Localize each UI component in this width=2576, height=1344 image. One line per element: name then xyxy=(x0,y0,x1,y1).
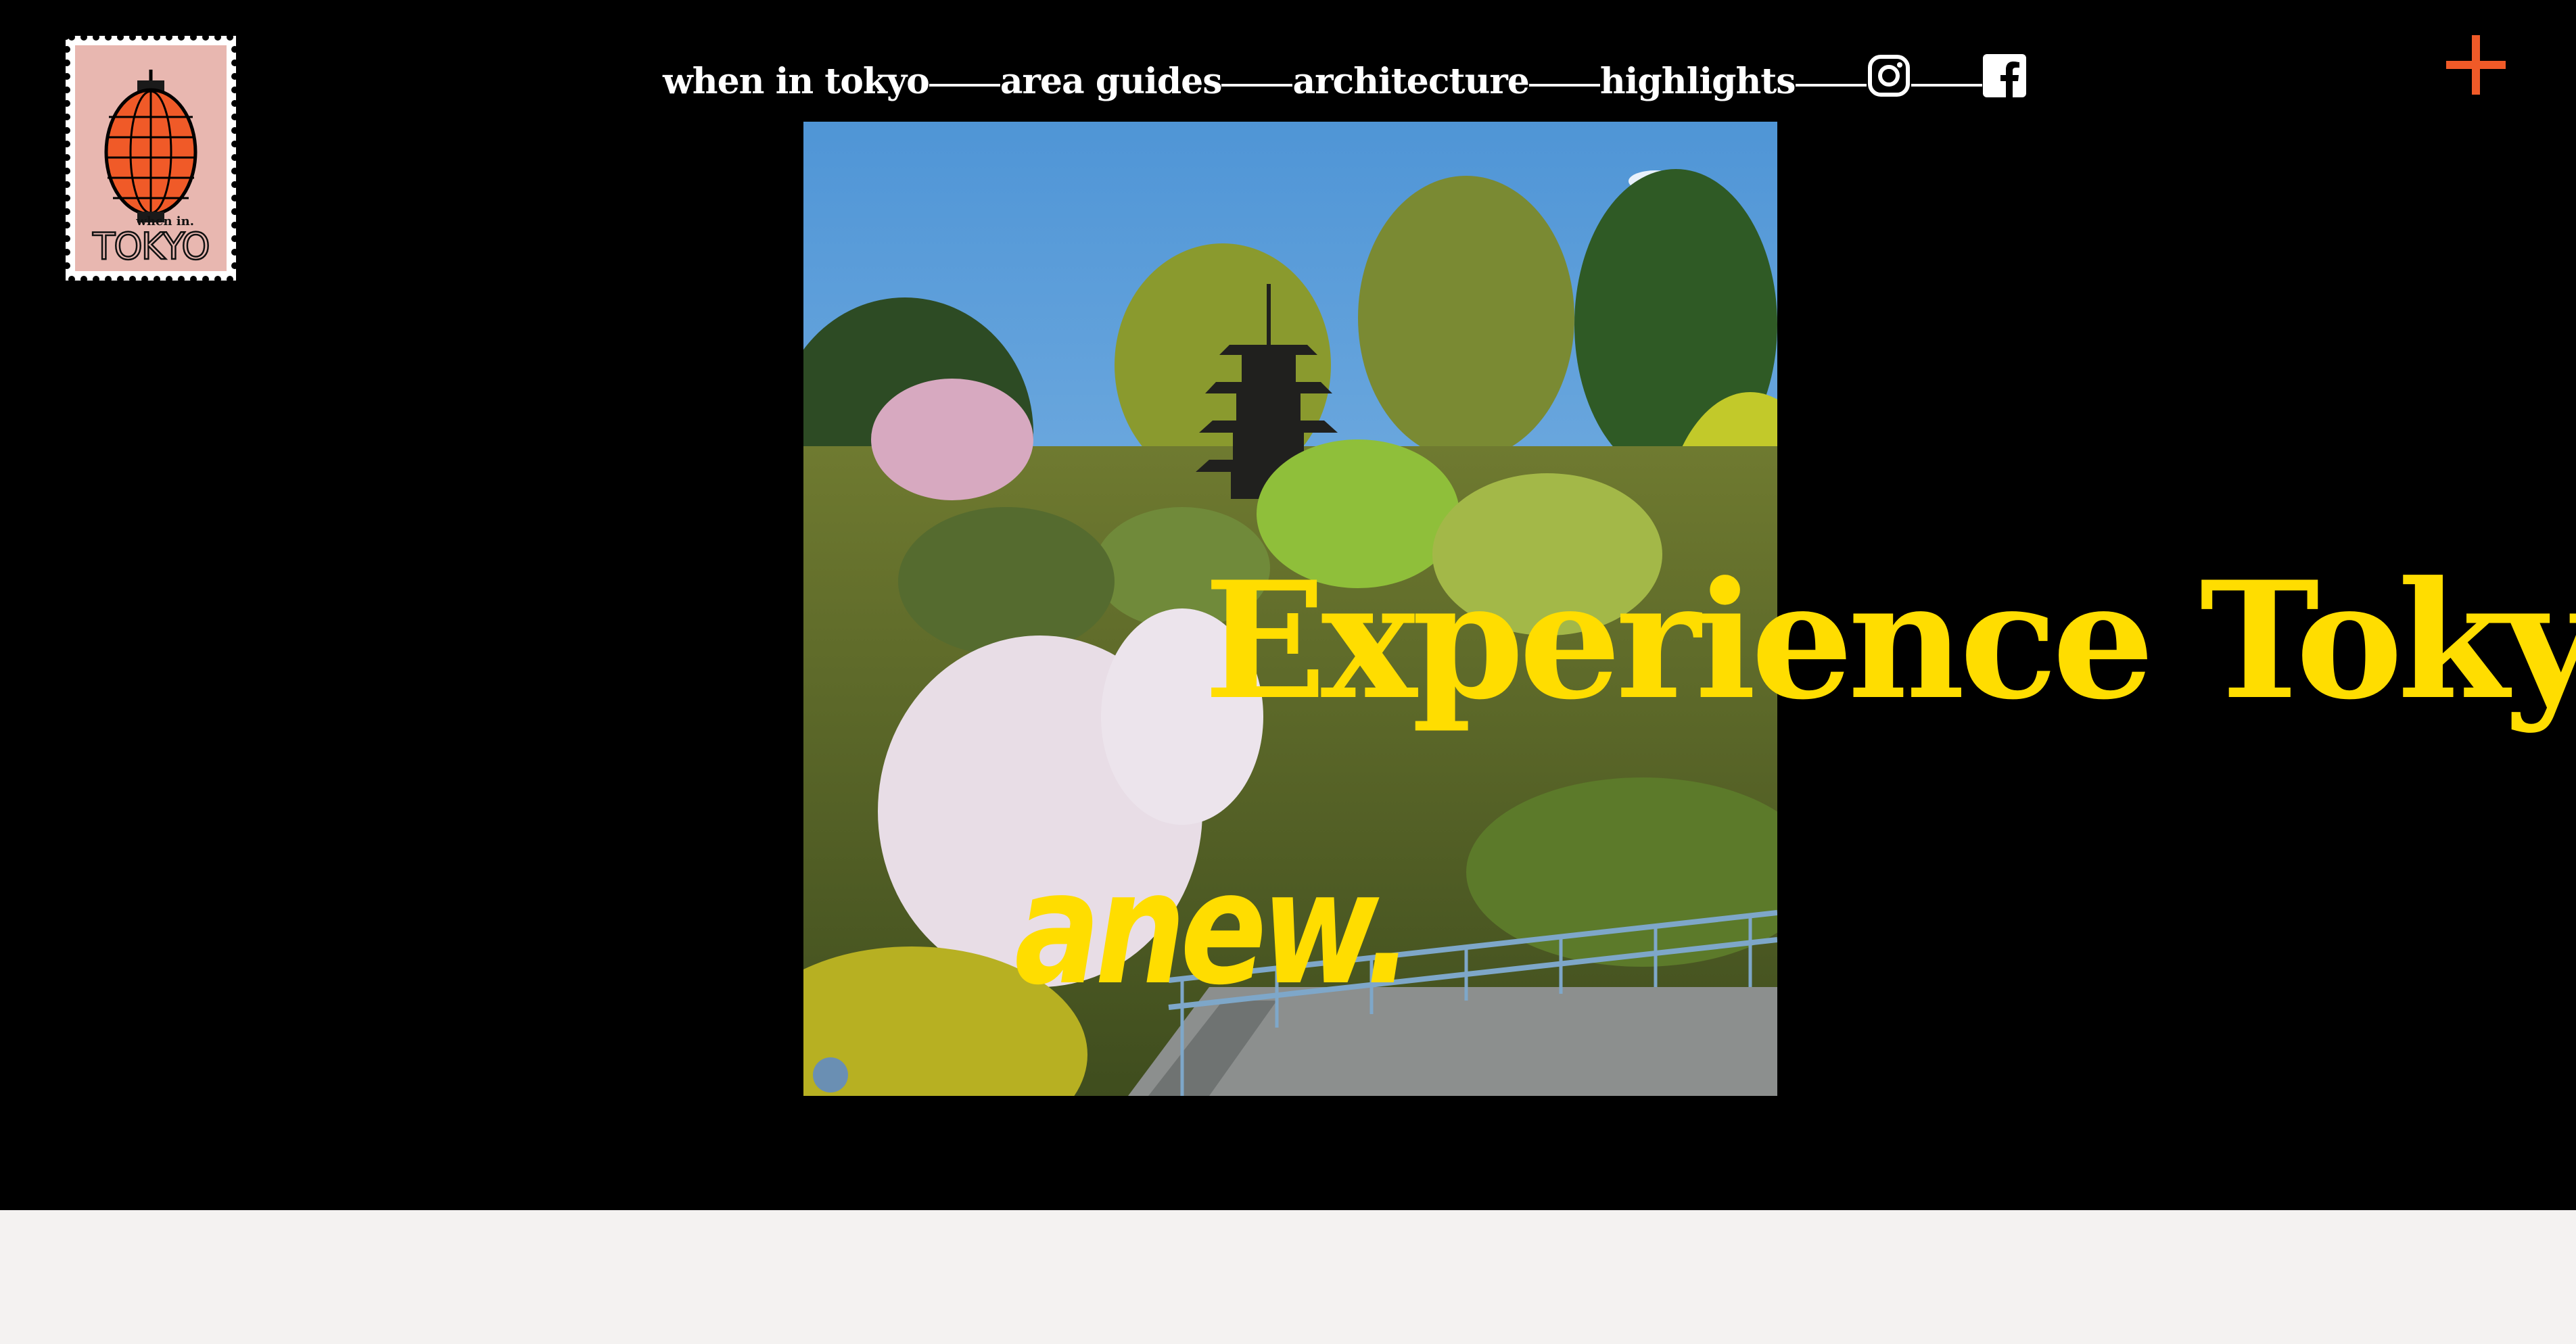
facebook-icon[interactable] xyxy=(1982,53,2027,98)
hero-subheadline: anew. xyxy=(1014,839,1413,1019)
nav-item-when-in-tokyo[interactable]: when in tokyo xyxy=(663,61,930,102)
nav-item-architecture[interactable]: architecture xyxy=(1292,61,1529,102)
instagram-icon[interactable] xyxy=(1867,53,1911,98)
nav-divider xyxy=(1911,84,1982,87)
content-section xyxy=(0,1210,2576,1344)
menu-plus-button[interactable] xyxy=(2445,34,2507,96)
hero-headline: Experience Tokyo xyxy=(1204,547,2576,736)
svg-text:TOKYO: TOKYO xyxy=(92,225,209,268)
nav-item-area-guides[interactable]: area guides xyxy=(1000,61,1223,102)
nav-divider xyxy=(1221,84,1293,87)
plus-icon xyxy=(2446,35,2506,95)
site-logo[interactable]: when in. TOKYO xyxy=(62,32,238,283)
nav-item-highlights[interactable]: highlights xyxy=(1600,61,1796,102)
stamp-logo-icon: when in. TOKYO xyxy=(62,32,238,283)
main-nav: when in tokyo area guides architecture h… xyxy=(663,47,2027,115)
nav-divider xyxy=(1795,84,1867,87)
nav-divider xyxy=(1528,84,1600,87)
nav-divider xyxy=(929,84,1000,87)
